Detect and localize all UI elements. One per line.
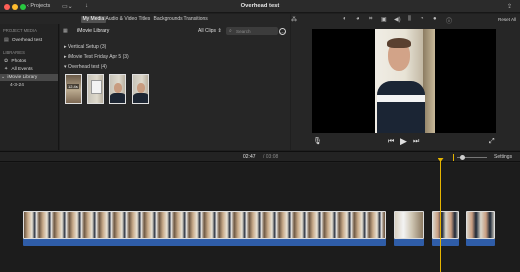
- tab-my-media[interactable]: My Media: [81, 16, 106, 23]
- color-correction-icon[interactable]: ◕: [356, 16, 360, 22]
- event-row-imovie-test[interactable]: ▸ iMovie Test Friday Apr 5 (3): [64, 54, 129, 60]
- clip-thumbnail[interactable]: [132, 74, 149, 104]
- tab-audio-video[interactable]: Audio & Video: [104, 16, 139, 23]
- event-row-overhead-test[interactable]: ▾ Overhead test (4): [64, 64, 107, 70]
- sidebar-item-all-events[interactable]: ✦ All Events: [0, 66, 58, 73]
- sidebar-item-event[interactable]: 4-3-24: [0, 82, 58, 89]
- share-icon[interactable]: ⇪: [507, 3, 512, 10]
- audio-waveform[interactable]: [23, 239, 386, 246]
- skip-back-icon[interactable]: ⏮: [388, 138, 394, 146]
- fullscreen-icon[interactable]: ⤢: [489, 138, 495, 146]
- sidebar-item-photos[interactable]: ✿ Photos: [0, 58, 58, 65]
- audio-waveform[interactable]: [466, 239, 495, 246]
- libraries-heading: LIBRARIES: [3, 50, 25, 55]
- search-icon: ⌕: [229, 28, 232, 34]
- timeline-settings-button[interactable]: Settings: [494, 154, 512, 160]
- total-timecode: / 03:08: [263, 154, 279, 160]
- timeline-clip[interactable]: [466, 211, 495, 239]
- filter-icon[interactable]: ●: [433, 16, 437, 22]
- chevron-updown-icon: ⇕: [216, 28, 222, 34]
- event-row-vertical-setup[interactable]: ▸ Vertical Setup (3): [64, 44, 106, 50]
- timeline-clip[interactable]: [432, 211, 459, 239]
- playhead[interactable]: [440, 161, 441, 272]
- clip-thumbnail[interactable]: 12.4s: [65, 74, 82, 104]
- photos-icon: ✿: [4, 59, 9, 64]
- timeline-header: [0, 151, 520, 162]
- clip-thumbnail[interactable]: [109, 74, 126, 104]
- stabilization-icon[interactable]: ▣: [381, 16, 387, 23]
- disclosure-down-icon: ⌄: [1, 75, 6, 80]
- timeline-clip[interactable]: [23, 211, 386, 239]
- tab-titles[interactable]: Titles: [137, 16, 152, 23]
- search-placeholder: Search: [236, 28, 251, 34]
- crop-icon[interactable]: ⌗: [369, 16, 372, 23]
- library-title: iMovie Library: [77, 28, 110, 34]
- window-title: Overhead test: [240, 3, 280, 9]
- film-icon: ▤: [4, 38, 9, 43]
- video-frame: [375, 29, 435, 133]
- sidebar-item-imovie-library[interactable]: ⌄ iMovie Library: [0, 74, 58, 81]
- audio-waveform[interactable]: [394, 239, 424, 246]
- grid-view-icon[interactable]: ▦: [63, 28, 68, 34]
- info-icon[interactable]: ⓘ: [446, 16, 452, 25]
- tab-transitions[interactable]: Transitions: [182, 16, 209, 23]
- audio-waveform[interactable]: [432, 239, 459, 246]
- clip-thumbnail[interactable]: [87, 74, 104, 104]
- timeline-clip[interactable]: [394, 211, 424, 239]
- media-browser-tabs: My Media Audio & Video Titles Background…: [0, 14, 290, 24]
- skip-forward-icon[interactable]: ⏭: [413, 138, 419, 146]
- settings-ellipsis-icon[interactable]: …: [279, 27, 286, 35]
- project-media-heading: PROJECT MEDIA: [3, 28, 37, 33]
- play-icon[interactable]: ▶: [400, 136, 407, 147]
- libraries-sidebar: PROJECT MEDIA ▤ Overhead test LIBRARIES …: [0, 24, 59, 150]
- clip-filter-select[interactable]: All Clips ⇕: [198, 28, 222, 34]
- star-icon: ✦: [4, 67, 9, 72]
- tab-backgrounds[interactable]: Backgrounds: [152, 16, 184, 23]
- microphone-icon[interactable]: 🎙: [313, 137, 322, 145]
- sidebar-item-project[interactable]: ▤ Overhead test: [0, 37, 58, 44]
- timeline-marker: [453, 154, 454, 161]
- equalizer-icon[interactable]: ⫼: [408, 16, 411, 23]
- clip-duration-label: 12.4s: [67, 84, 79, 89]
- speed-icon[interactable]: ◔: [420, 16, 424, 22]
- magic-wand-icon[interactable]: ⁂: [291, 16, 297, 23]
- zoom-slider-knob[interactable]: [460, 154, 465, 160]
- current-timecode: 02:47: [243, 154, 256, 160]
- reset-all-button[interactable]: Reset All: [498, 17, 516, 22]
- search-field[interactable]: [226, 27, 278, 35]
- volume-icon[interactable]: ◀): [394, 16, 401, 23]
- color-balance-icon[interactable]: ◐: [343, 16, 347, 22]
